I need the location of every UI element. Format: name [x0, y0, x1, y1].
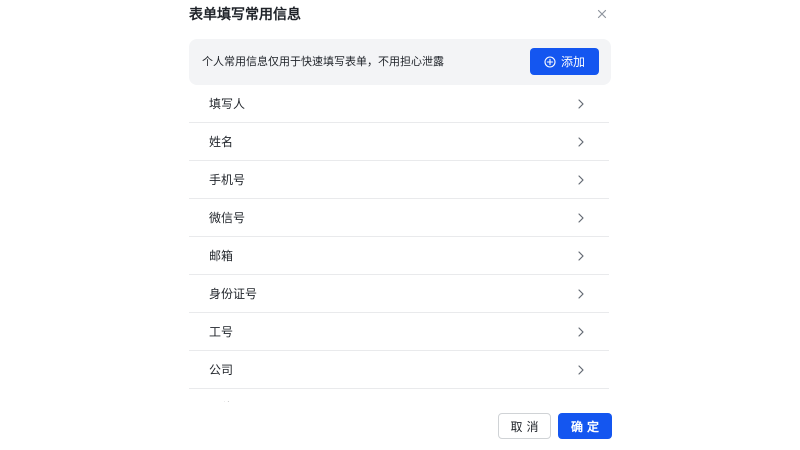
list-item-company[interactable]: 公司: [189, 351, 609, 389]
close-icon: [594, 6, 610, 22]
list-item-position[interactable]: 职位: [189, 389, 609, 402]
list-item-label: 姓名: [209, 135, 234, 149]
chevron-right-icon: [575, 288, 587, 300]
chevron-right-icon: [575, 364, 587, 376]
chevron-right-icon: [575, 326, 587, 338]
list-item-id-number[interactable]: 身份证号: [189, 275, 609, 313]
list-item-label: 手机号: [209, 173, 246, 187]
dialog-title: 表单填写常用信息: [189, 7, 301, 23]
list-item-email[interactable]: 邮箱: [189, 237, 609, 275]
list-item-label: 微信号: [209, 211, 246, 225]
list-item-employee-id[interactable]: 工号: [189, 313, 609, 351]
list-item-label: 工号: [209, 325, 234, 339]
close-button[interactable]: [594, 6, 610, 22]
list-item-name[interactable]: 姓名: [189, 123, 609, 161]
cancel-button[interactable]: 取消: [498, 413, 551, 439]
chevron-right-icon: [575, 98, 587, 110]
list-item-label: 邮箱: [209, 249, 234, 263]
info-banner: 个人常用信息仅用于快速填写表单，不用担心泄露 添加: [189, 39, 611, 85]
list-item-label: 身份证号: [209, 287, 258, 301]
info-banner-text: 个人常用信息仅用于快速填写表单，不用担心泄露: [202, 55, 444, 68]
list-item-phone[interactable]: 手机号: [189, 161, 609, 199]
chevron-right-icon: [575, 250, 587, 262]
plus-circle-icon: [544, 55, 556, 68]
list-item-wechat[interactable]: 微信号: [189, 199, 609, 237]
chevron-right-icon: [575, 174, 587, 186]
list-item-filler[interactable]: 填写人: [189, 85, 609, 123]
add-button[interactable]: 添加: [530, 48, 599, 75]
list-item-label: 职位: [209, 399, 233, 402]
common-info-dialog: 表单填写常用信息 个人常用信息仅用于快速填写表单，不用担心泄露 添加 填写人 姓…: [175, 0, 625, 450]
confirm-button[interactable]: 确定: [558, 413, 612, 439]
list-item-label: 填写人: [209, 97, 246, 111]
list-item-label: 公司: [209, 363, 234, 377]
add-button-label: 添加: [560, 55, 585, 69]
field-list: 填写人 姓名 手机号 微信号 邮箱 身份证号 工号 公司: [189, 85, 609, 402]
chevron-right-icon: [575, 136, 587, 148]
chevron-right-icon: [575, 212, 587, 224]
